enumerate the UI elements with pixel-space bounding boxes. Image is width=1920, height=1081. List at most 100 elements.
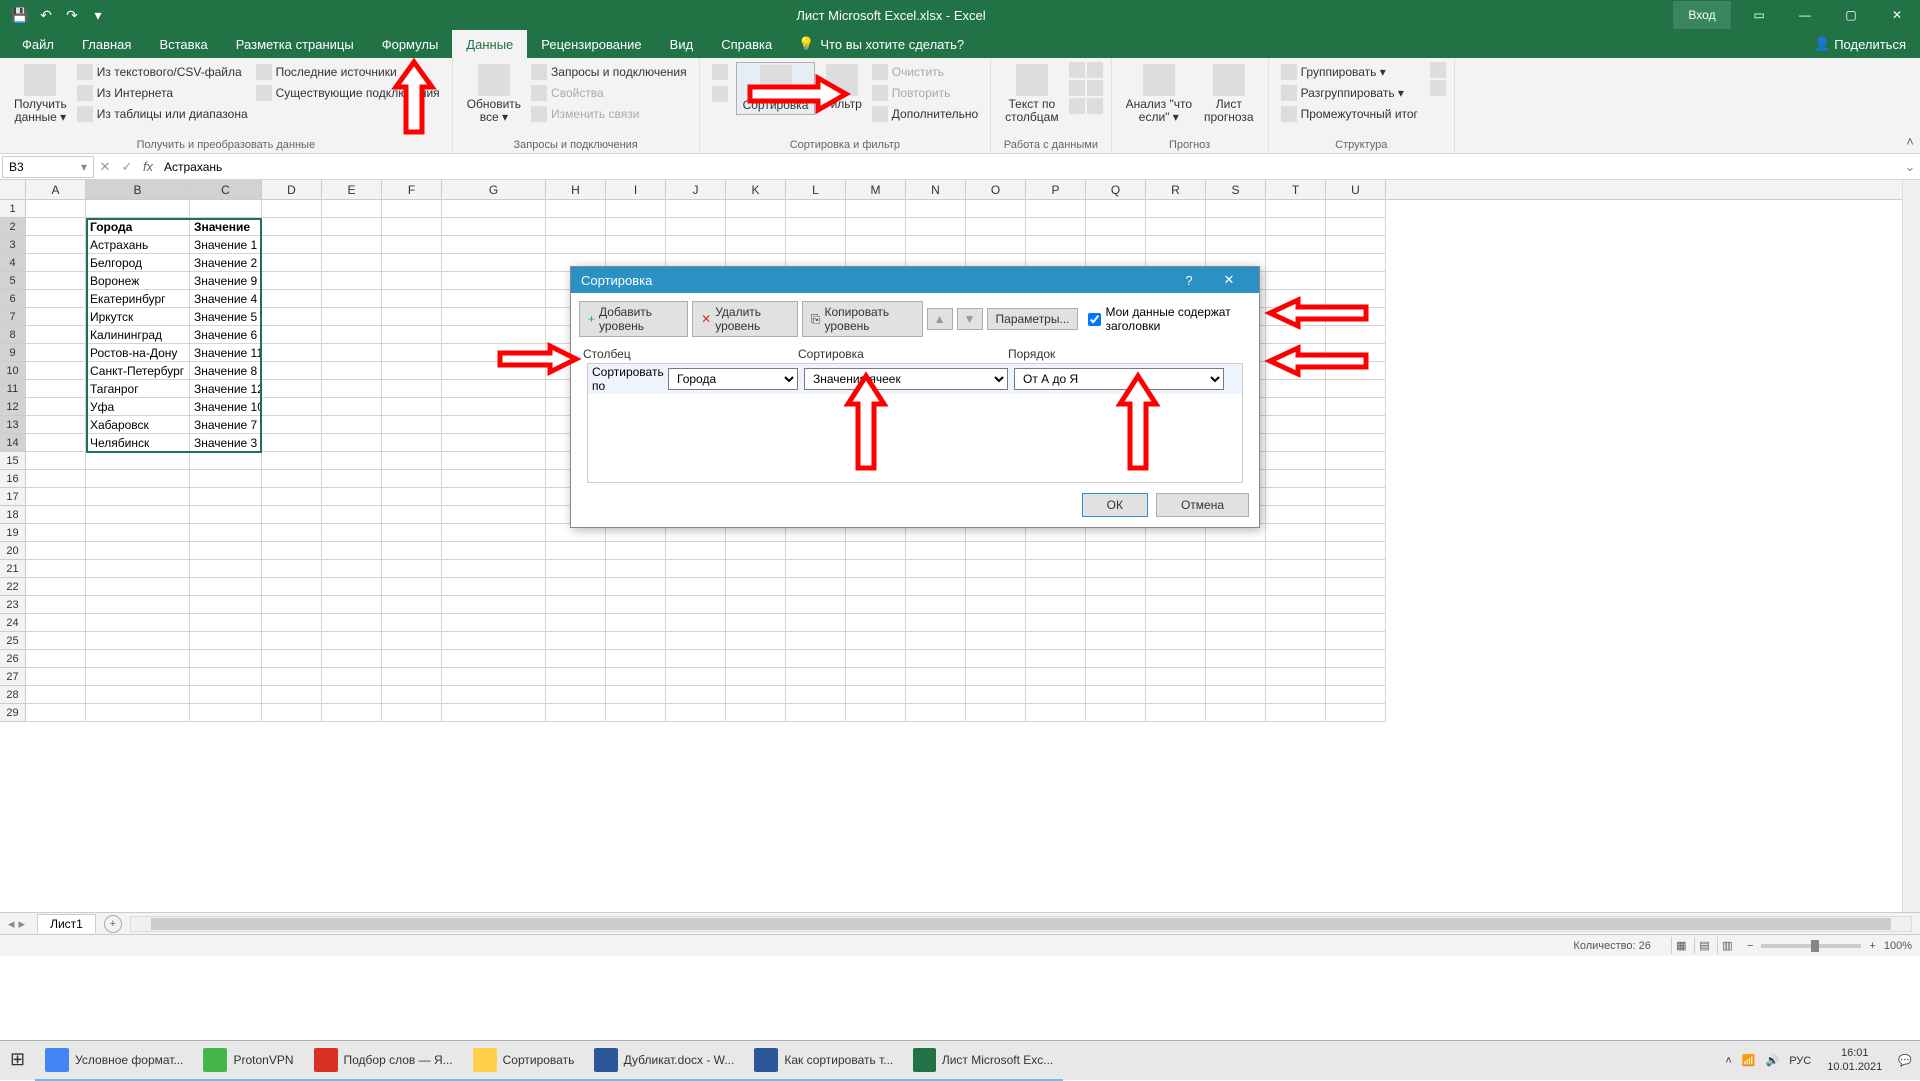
cell-M26[interactable]	[846, 650, 906, 668]
cell-G9[interactable]	[442, 344, 546, 362]
network-icon[interactable]: 📶	[1742, 1054, 1756, 1067]
cell-N22[interactable]	[906, 578, 966, 596]
cell-A17[interactable]	[26, 488, 86, 506]
cell-C23[interactable]	[190, 596, 262, 614]
normal-view-icon[interactable]: ▦	[1671, 937, 1691, 954]
cell-G19[interactable]	[442, 524, 546, 542]
cell-I20[interactable]	[606, 542, 666, 560]
row-header-1[interactable]: 1	[0, 200, 25, 218]
cell-E17[interactable]	[322, 488, 382, 506]
relationships-icon[interactable]	[1087, 80, 1103, 96]
cell-L3[interactable]	[786, 236, 846, 254]
cell-G28[interactable]	[442, 686, 546, 704]
cell-L29[interactable]	[786, 704, 846, 722]
cell-E16[interactable]	[322, 470, 382, 488]
cell-N20[interactable]	[906, 542, 966, 560]
cell-F5[interactable]	[382, 272, 442, 290]
cell-U18[interactable]	[1326, 506, 1386, 524]
cell-A26[interactable]	[26, 650, 86, 668]
cell-U27[interactable]	[1326, 668, 1386, 686]
column-header-I[interactable]: I	[606, 180, 666, 199]
cell-N1[interactable]	[906, 200, 966, 218]
flash-fill-icon[interactable]	[1069, 62, 1085, 78]
cell-N29[interactable]	[906, 704, 966, 722]
sheet-nav[interactable]: ◂▸	[0, 916, 33, 932]
cell-C9[interactable]: Значение 11	[190, 344, 262, 362]
cell-B20[interactable]	[86, 542, 190, 560]
cell-P26[interactable]	[1026, 650, 1086, 668]
cell-E22[interactable]	[322, 578, 382, 596]
cell-G29[interactable]	[442, 704, 546, 722]
cell-J27[interactable]	[666, 668, 726, 686]
row-header-7[interactable]: 7	[0, 308, 25, 326]
cell-G11[interactable]	[442, 380, 546, 398]
cell-A14[interactable]	[26, 434, 86, 452]
cell-U24[interactable]	[1326, 614, 1386, 632]
close-icon[interactable]: ✕	[1874, 0, 1920, 30]
sort-asc-button[interactable]	[708, 62, 732, 82]
cell-G4[interactable]	[442, 254, 546, 272]
cell-O29[interactable]	[966, 704, 1026, 722]
cell-C26[interactable]	[190, 650, 262, 668]
cell-L22[interactable]	[786, 578, 846, 596]
cell-F10[interactable]	[382, 362, 442, 380]
cell-Q2[interactable]	[1086, 218, 1146, 236]
cell-J1[interactable]	[666, 200, 726, 218]
dialog-help-icon[interactable]: ?	[1169, 273, 1209, 288]
cell-D28[interactable]	[262, 686, 322, 704]
cell-I26[interactable]	[606, 650, 666, 668]
cell-B12[interactable]: Уфа	[86, 398, 190, 416]
cell-U9[interactable]	[1326, 344, 1386, 362]
cell-U26[interactable]	[1326, 650, 1386, 668]
cell-D17[interactable]	[262, 488, 322, 506]
cell-J24[interactable]	[666, 614, 726, 632]
tab-formulas[interactable]: Формулы	[368, 30, 453, 58]
cell-O23[interactable]	[966, 596, 1026, 614]
cell-G2[interactable]	[442, 218, 546, 236]
cell-G17[interactable]	[442, 488, 546, 506]
cell-A3[interactable]	[26, 236, 86, 254]
cell-A28[interactable]	[26, 686, 86, 704]
cell-A2[interactable]	[26, 218, 86, 236]
cell-Q29[interactable]	[1086, 704, 1146, 722]
sign-in-button[interactable]: Вход	[1672, 0, 1732, 30]
cell-T1[interactable]	[1266, 200, 1326, 218]
share-button[interactable]: 👤 Поделиться	[1800, 30, 1920, 58]
cell-R29[interactable]	[1146, 704, 1206, 722]
column-header-T[interactable]: T	[1266, 180, 1326, 199]
cell-D19[interactable]	[262, 524, 322, 542]
row-header-24[interactable]: 24	[0, 614, 25, 632]
cell-F26[interactable]	[382, 650, 442, 668]
cell-G23[interactable]	[442, 596, 546, 614]
taskbar-item[interactable]: ProtonVPN	[193, 1041, 303, 1081]
cell-S28[interactable]	[1206, 686, 1266, 704]
row-header-21[interactable]: 21	[0, 560, 25, 578]
ok-button[interactable]: ОК	[1082, 493, 1148, 517]
cell-B13[interactable]: Хабаровск	[86, 416, 190, 434]
cell-K3[interactable]	[726, 236, 786, 254]
cell-K29[interactable]	[726, 704, 786, 722]
cell-C25[interactable]	[190, 632, 262, 650]
column-header-U[interactable]: U	[1326, 180, 1386, 199]
cell-E9[interactable]	[322, 344, 382, 362]
cell-T6[interactable]	[1266, 290, 1326, 308]
cell-J23[interactable]	[666, 596, 726, 614]
add-level-button[interactable]: +Добавить уровень	[579, 301, 688, 337]
cell-B1[interactable]	[86, 200, 190, 218]
cell-D26[interactable]	[262, 650, 322, 668]
cell-H26[interactable]	[546, 650, 606, 668]
cell-T15[interactable]	[1266, 452, 1326, 470]
cell-A4[interactable]	[26, 254, 86, 272]
from-table-button[interactable]: Из таблицы или диапазона	[73, 104, 252, 125]
column-header-R[interactable]: R	[1146, 180, 1206, 199]
cell-S22[interactable]	[1206, 578, 1266, 596]
cell-U7[interactable]	[1326, 308, 1386, 326]
cell-L23[interactable]	[786, 596, 846, 614]
tab-data[interactable]: Данные	[452, 30, 527, 58]
cell-P20[interactable]	[1026, 542, 1086, 560]
cell-R24[interactable]	[1146, 614, 1206, 632]
row-header-25[interactable]: 25	[0, 632, 25, 650]
cell-I25[interactable]	[606, 632, 666, 650]
row-header-29[interactable]: 29	[0, 704, 25, 722]
cell-T19[interactable]	[1266, 524, 1326, 542]
